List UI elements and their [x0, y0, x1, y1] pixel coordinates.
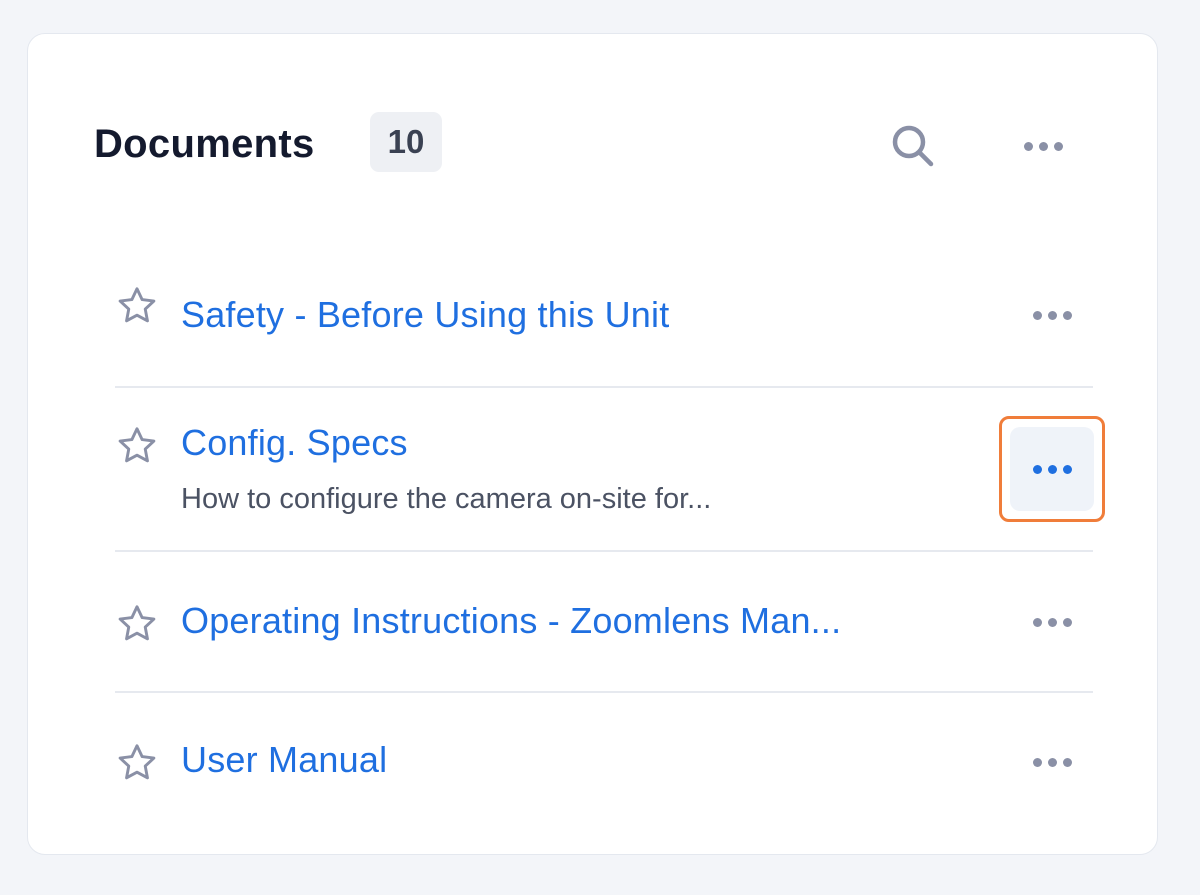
document-more-button[interactable] — [999, 416, 1105, 522]
document-row: Safety - Before Using this Unit — [115, 246, 1093, 388]
favorite-toggle[interactable] — [115, 424, 159, 468]
document-row: User Manual — [115, 693, 1093, 833]
favorite-toggle[interactable] — [115, 602, 159, 646]
document-more-button[interactable] — [1010, 580, 1094, 664]
more-horizontal-icon — [1032, 464, 1072, 474]
documents-card: Documents 10 Safety - Before Using this … — [27, 33, 1158, 855]
star-outline-icon — [118, 744, 156, 780]
favorite-toggle[interactable] — [115, 741, 159, 785]
favorite-toggle[interactable] — [115, 284, 159, 328]
more-horizontal-icon — [1023, 141, 1063, 151]
document-count-badge: 10 — [370, 112, 442, 172]
document-row: Operating Instructions - Zoomlens Man... — [115, 552, 1093, 693]
document-row: Config. Specs How to configure the camer… — [115, 388, 1105, 552]
documents-header: Documents 10 — [94, 112, 1074, 174]
document-more-button[interactable] — [1010, 273, 1094, 357]
document-title-link[interactable]: Operating Instructions - Zoomlens Man... — [181, 600, 841, 642]
search-button[interactable] — [884, 117, 942, 175]
more-horizontal-icon — [1032, 617, 1072, 627]
document-title-link[interactable]: User Manual — [181, 739, 387, 781]
document-title-link[interactable]: Safety - Before Using this Unit — [181, 294, 669, 336]
document-title-link[interactable]: Config. Specs — [181, 422, 408, 464]
more-horizontal-icon — [1032, 757, 1072, 767]
document-more-button[interactable] — [1010, 720, 1094, 804]
document-list: Safety - Before Using this Unit Config. … — [115, 246, 1105, 833]
star-outline-icon — [118, 427, 156, 463]
panel-title: Documents — [94, 122, 315, 166]
more-horizontal-icon — [1032, 310, 1072, 320]
search-icon — [892, 125, 934, 167]
document-description: How to configure the camera on-site for.… — [181, 483, 712, 515]
star-outline-icon — [118, 287, 156, 323]
star-outline-icon — [118, 605, 156, 641]
panel-more-button[interactable] — [1014, 117, 1072, 175]
